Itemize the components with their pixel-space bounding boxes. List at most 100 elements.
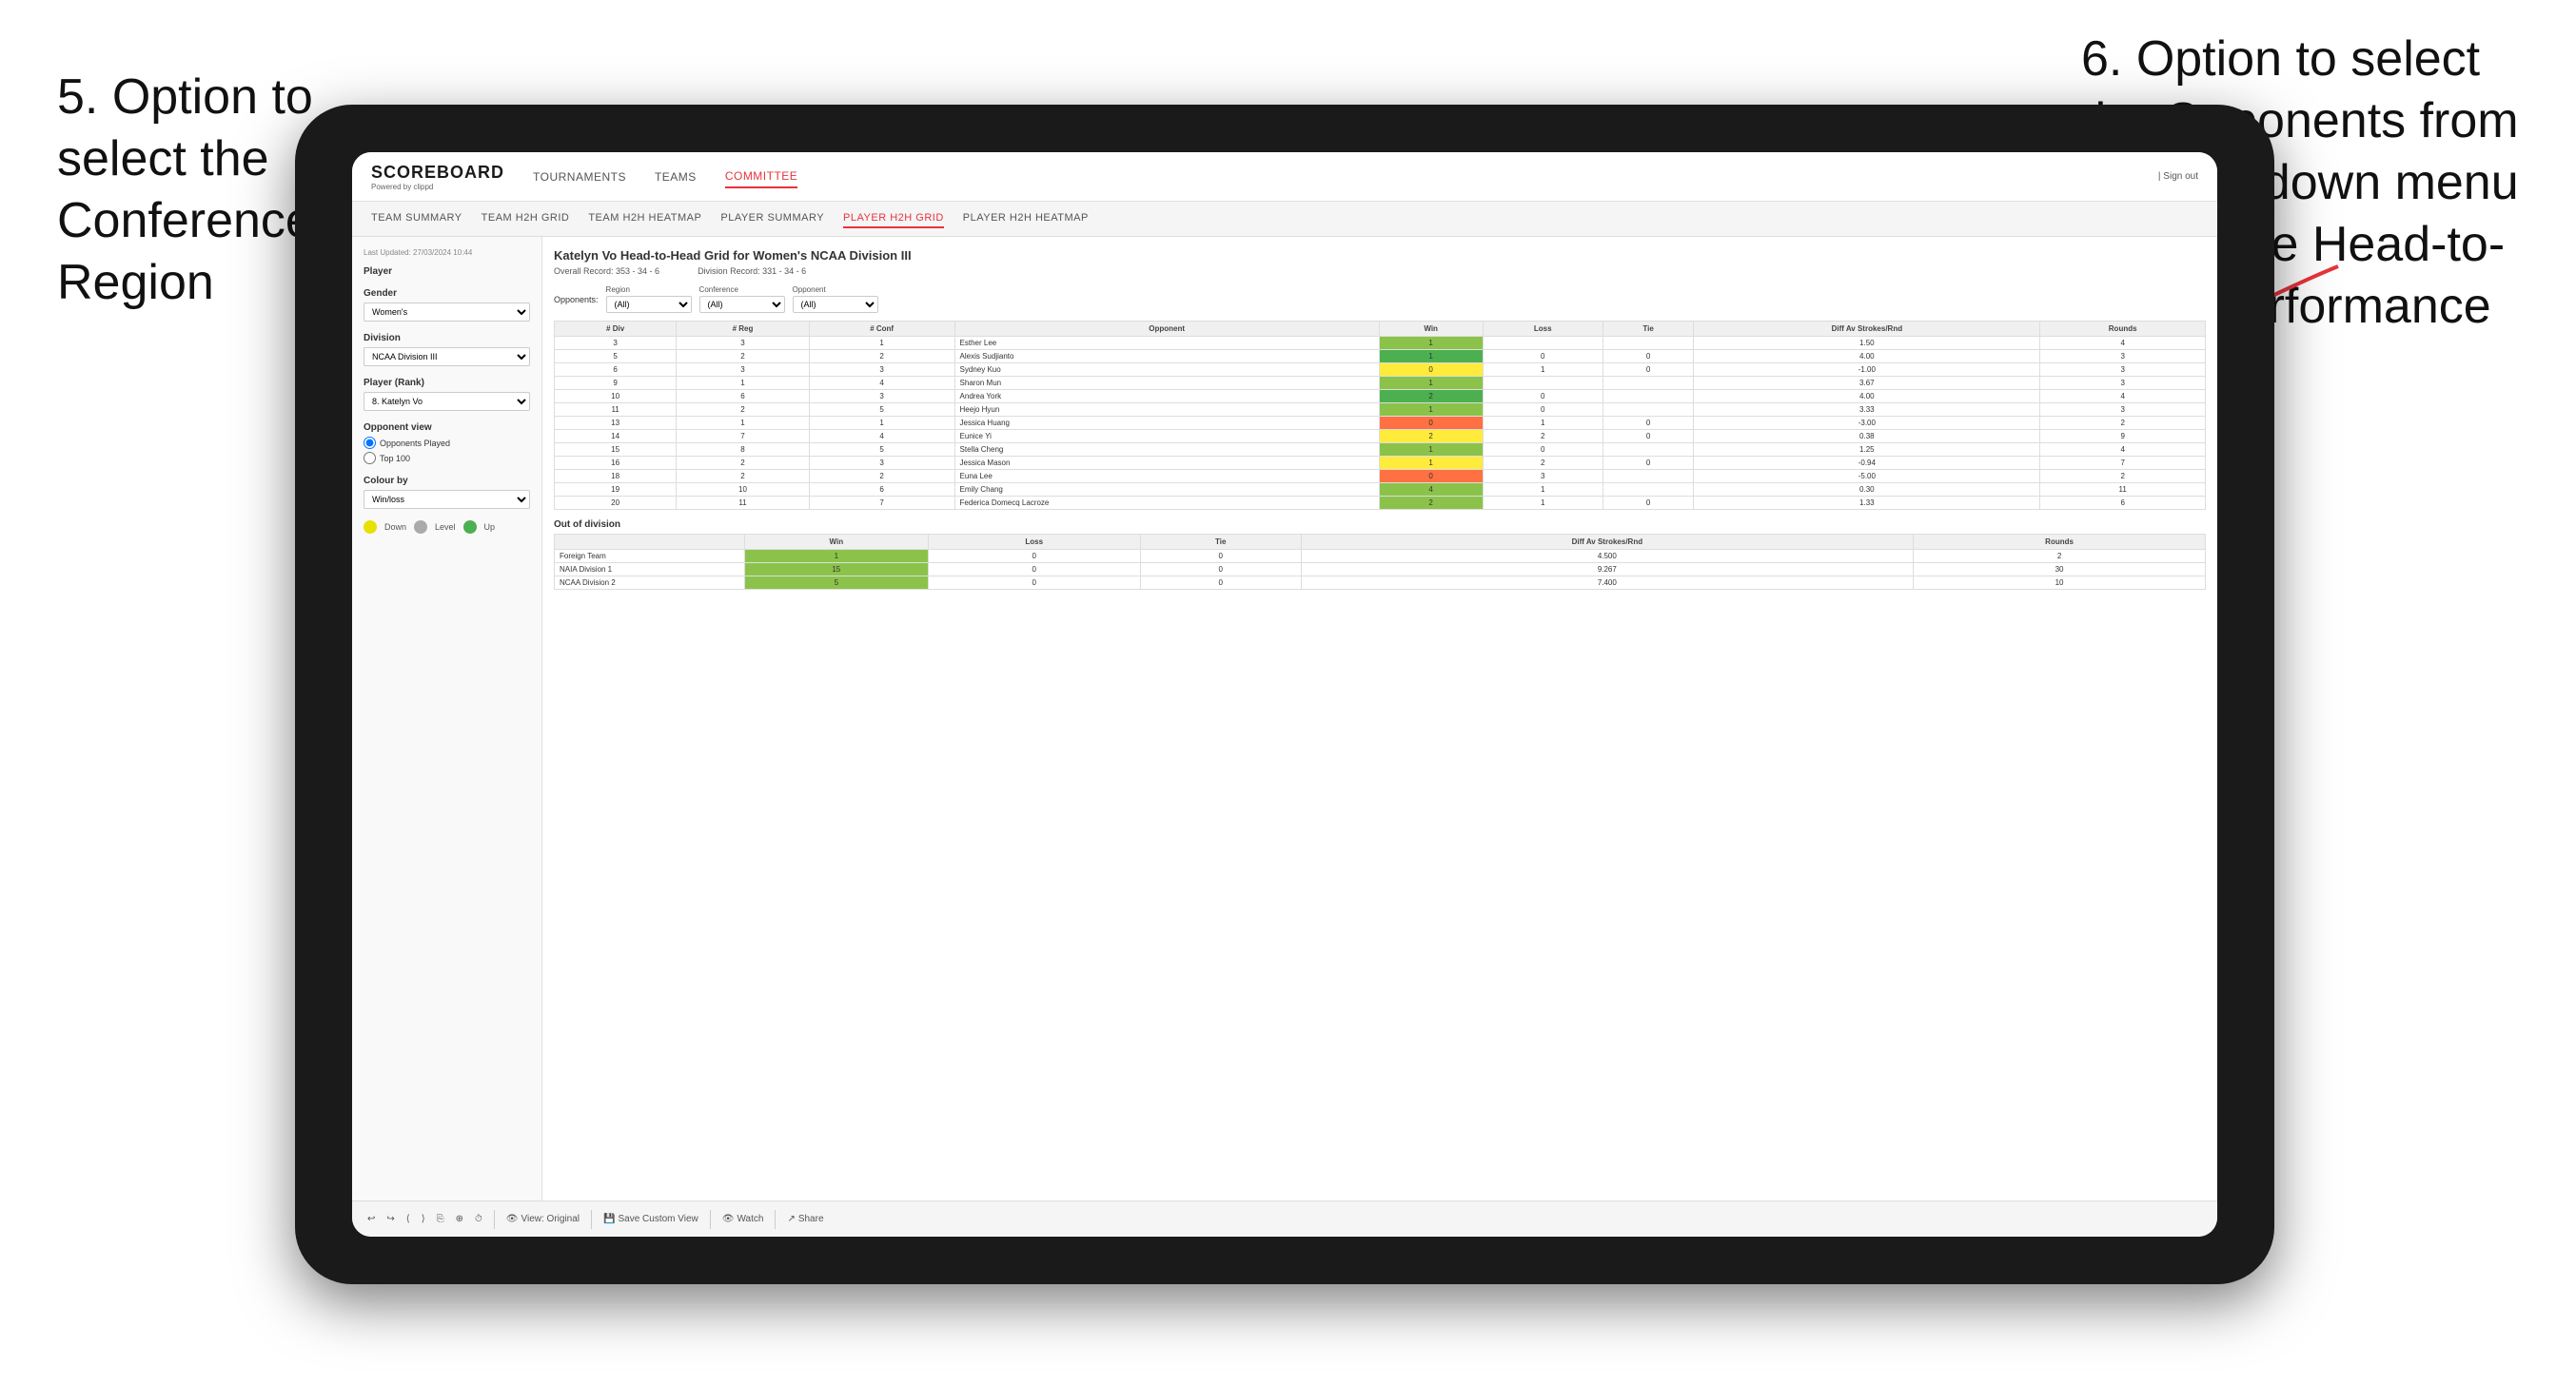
cell-opponent: Jessica Huang [954, 417, 1379, 430]
watch-btn[interactable]: 👁 Watch [722, 1214, 764, 1224]
sub-nav-player-h2h-grid[interactable]: PLAYER H2H GRID [843, 209, 944, 228]
scoreboard-logo: SCOREBOARD Powered by clippd [371, 163, 504, 191]
col-win: Win [1379, 322, 1483, 337]
cell-opponent: Eunice Yi [954, 430, 1379, 443]
cell-opponent: Andrea York [954, 390, 1379, 403]
cell-conf: 3 [809, 457, 954, 470]
sub-nav-team-summary[interactable]: TEAM SUMMARY [371, 209, 462, 228]
player-rank-select[interactable]: 8. Katelyn Vo [364, 392, 530, 411]
cell-loss: 0 [1483, 390, 1603, 403]
opponent-select[interactable]: (All) [793, 296, 878, 313]
cell-div: 3 [555, 337, 677, 350]
cell-tie [1603, 403, 1693, 417]
cell-diff: 3.33 [1694, 403, 2040, 417]
record-row: Overall Record: 353 - 34 - 6 Division Re… [554, 266, 2206, 276]
division-section: Division NCAA Division III [364, 333, 530, 366]
cell-loss: 0 [1483, 350, 1603, 363]
cell-tie [1603, 470, 1693, 483]
legend-down-label: Down [384, 522, 406, 532]
legend: Down Level Up [364, 520, 530, 534]
cell-win: 0 [1379, 470, 1483, 483]
col-div: # Div [555, 322, 677, 337]
cell-opponent: Heejo Hyun [954, 403, 1379, 417]
table-row: 5 2 2 Alexis Sudjianto 1 0 0 4.00 3 [555, 350, 2206, 363]
last-updated: Last Updated: 27/03/2024 10:44 [364, 248, 530, 257]
nav-tournaments[interactable]: TOURNAMENTS [533, 166, 626, 187]
ood-col-diff: Diff Av Strokes/Rnd [1301, 535, 1914, 550]
player-section: Player [364, 266, 530, 277]
ood-cell-diff: 7.400 [1301, 576, 1914, 590]
cell-rounds: 4 [2040, 443, 2206, 457]
cell-reg: 2 [677, 403, 810, 417]
bottom-toolbar: ↩ ↪ ⟨ ⟩ ⎘ ⊕ ⏱ 👁 View: Original 💾 Save Cu… [352, 1201, 2217, 1237]
copy-btn[interactable]: ⎘ [437, 1214, 444, 1224]
ood-cell-rounds: 2 [1914, 550, 2206, 563]
sub-nav-player-summary[interactable]: PLAYER SUMMARY [720, 209, 824, 228]
ood-cell-loss: 0 [928, 563, 1140, 576]
cell-reg: 6 [677, 390, 810, 403]
cell-loss: 1 [1483, 417, 1603, 430]
cell-loss [1483, 377, 1603, 390]
cell-conf: 3 [809, 363, 954, 377]
cell-loss: 0 [1483, 443, 1603, 457]
colour-by-select[interactable]: Win/loss [364, 490, 530, 509]
cell-win: 0 [1379, 417, 1483, 430]
radio-top100[interactable]: Top 100 [364, 452, 530, 464]
cell-reg: 7 [677, 430, 810, 443]
main-nav: TOURNAMENTS TEAMS COMMITTEE [533, 166, 797, 188]
division-select[interactable]: NCAA Division III [364, 347, 530, 366]
conference-filter-label: Conference [699, 285, 785, 294]
ood-cell-opponent: NAIA Division 1 [555, 563, 745, 576]
view-original-btn[interactable]: 👁 View: Original [506, 1214, 580, 1224]
region-select[interactable]: (All) [606, 296, 692, 313]
forward-btn[interactable]: ⟩ [422, 1214, 425, 1224]
gender-select[interactable]: Women's [364, 303, 530, 322]
cell-div: 10 [555, 390, 677, 403]
cell-loss: 1 [1483, 363, 1603, 377]
player-label: Player [364, 266, 530, 277]
clock-btn[interactable]: ⏱ [475, 1214, 482, 1224]
share-btn[interactable]: ↗ Share [787, 1214, 823, 1224]
region-filter: Region (All) [606, 285, 692, 313]
cell-win: 1 [1379, 443, 1483, 457]
cell-div: 20 [555, 497, 677, 510]
gender-section: Gender Women's [364, 288, 530, 322]
toolbar-sep-2 [591, 1210, 592, 1229]
conference-select[interactable]: (All) [699, 296, 785, 313]
sub-nav-team-h2h-grid[interactable]: TEAM H2H GRID [482, 209, 570, 228]
col-conf: # Conf [809, 322, 954, 337]
sub-nav-team-h2h-heatmap[interactable]: TEAM H2H HEATMAP [588, 209, 701, 228]
eye-icon: 👁 [506, 1214, 519, 1224]
cell-diff: 0.30 [1694, 483, 2040, 497]
radio-opponents-played[interactable]: Opponents Played [364, 437, 530, 449]
opponent-view-section: Opponent view Opponents Played Top 100 [364, 422, 530, 464]
filters-row: Opponents: Region (All) Conference (All) [554, 285, 2206, 313]
ood-col-rounds: Rounds [1914, 535, 2206, 550]
cell-diff: 1.25 [1694, 443, 2040, 457]
division-label: Division [364, 333, 530, 343]
ood-col-tie: Tie [1140, 535, 1301, 550]
save-custom-btn[interactable]: 💾 Save Custom View [603, 1214, 698, 1224]
cell-diff: 0.38 [1694, 430, 2040, 443]
back-btn[interactable]: ⟨ [406, 1214, 410, 1224]
cell-tie: 0 [1603, 350, 1693, 363]
cell-diff: 4.00 [1694, 350, 2040, 363]
sub-nav-player-h2h-heatmap[interactable]: PLAYER H2H HEATMAP [963, 209, 1089, 228]
undo-btn[interactable]: ↩ [367, 1214, 375, 1224]
cell-div: 18 [555, 470, 677, 483]
table-row: 3 3 1 Esther Lee 1 1.50 4 [555, 337, 2206, 350]
cell-div: 13 [555, 417, 677, 430]
nav-committee[interactable]: COMMITTEE [725, 166, 798, 188]
cell-rounds: 3 [2040, 363, 2206, 377]
paste-btn[interactable]: ⊕ [456, 1214, 463, 1224]
table-row: 20 11 7 Federica Domecq Lacroze 2 1 0 1.… [555, 497, 2206, 510]
redo-btn[interactable]: ↪ [386, 1214, 394, 1224]
cell-opponent: Sydney Kuo [954, 363, 1379, 377]
cell-tie [1603, 377, 1693, 390]
sub-nav: TEAM SUMMARY TEAM H2H GRID TEAM H2H HEAT… [352, 202, 2217, 237]
cell-opponent: Stella Cheng [954, 443, 1379, 457]
nav-teams[interactable]: TEAMS [655, 166, 697, 187]
sign-out[interactable]: | Sign out [2158, 171, 2198, 182]
division-record: Division Record: 331 - 34 - 6 [698, 266, 806, 276]
ood-table-row: Foreign Team 1 0 0 4.500 2 [555, 550, 2206, 563]
